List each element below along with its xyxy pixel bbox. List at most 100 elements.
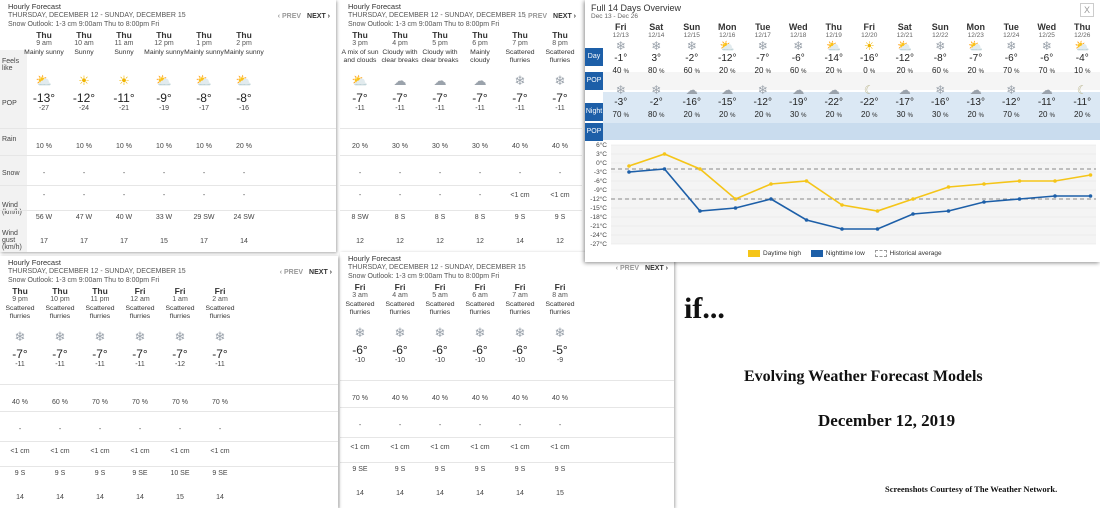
hour-temp: -7° bbox=[392, 91, 408, 105]
daytime-high-point[interactable] bbox=[840, 203, 844, 207]
snow-cloud-icon: ❄ bbox=[514, 325, 526, 340]
nighttime-low-point[interactable] bbox=[1017, 197, 1022, 201]
hour-snow: - bbox=[398, 422, 402, 429]
daytime-high-point[interactable] bbox=[769, 182, 773, 186]
overview-pop-night: 30 % bbox=[781, 110, 817, 119]
hour-time: 4 am bbox=[392, 292, 408, 299]
overview-pop-day-value: 60 bbox=[932, 66, 941, 75]
hour-snow: - bbox=[358, 422, 362, 429]
hour-temp: -6° bbox=[392, 343, 408, 357]
nighttime-low-point[interactable] bbox=[662, 167, 667, 171]
hour-feels-like: -17 bbox=[198, 105, 210, 112]
close-icon[interactable]: X bbox=[1080, 3, 1094, 17]
overview-pop-night-value: 70 bbox=[1003, 110, 1012, 119]
hour-condition: Scattered flurries bbox=[385, 301, 415, 316]
overview-low: -22° bbox=[860, 97, 879, 108]
hour-column: Fri 4 am Scattered flurries ❄ -6° -10 40 % - <1 … bbox=[380, 282, 420, 504]
hour-snow2: <1 cm bbox=[50, 448, 70, 455]
percent-sign: % bbox=[943, 69, 949, 75]
daytime-high-point[interactable] bbox=[1053, 179, 1057, 183]
snow-outlook: Snow Outlook: 1-3 cm 9:00am Thu to 8:00p… bbox=[348, 273, 500, 280]
hour-snow2: - bbox=[398, 192, 402, 199]
nighttime-low-point[interactable] bbox=[804, 218, 809, 222]
hour-pop: 70 % bbox=[132, 399, 148, 406]
daytime-high-point[interactable] bbox=[875, 209, 880, 213]
hour-day: Thu bbox=[196, 30, 212, 40]
hour-wind: 9 S bbox=[554, 214, 566, 221]
hour-temp: -7° bbox=[552, 91, 568, 105]
hour-wind: 29 SW bbox=[193, 214, 215, 221]
prev-button[interactable]: ‹ PREV bbox=[280, 269, 303, 276]
nighttime-low-point[interactable] bbox=[733, 206, 738, 210]
daytime-high-point[interactable] bbox=[911, 197, 915, 201]
overview-day-column: Mon 12/23 ⛅ -7° 20 % ☁ -13° 20 % bbox=[958, 22, 994, 119]
hour-condition: Scattered flurries bbox=[465, 301, 495, 316]
percent-sign: % bbox=[659, 113, 665, 119]
nighttime-low-point[interactable] bbox=[946, 209, 951, 213]
daytime-high-point[interactable] bbox=[804, 179, 809, 183]
nighttime-low-point[interactable] bbox=[769, 197, 773, 201]
overview-pop-night-value: 20 bbox=[683, 110, 693, 119]
nighttime-low-point[interactable] bbox=[840, 227, 844, 231]
prev-button[interactable]: ‹ PREV bbox=[524, 13, 547, 20]
nighttime-low-point[interactable] bbox=[982, 200, 986, 204]
daytime-high-point[interactable] bbox=[662, 152, 667, 156]
nighttime-low-point[interactable] bbox=[1053, 194, 1057, 198]
next-button[interactable]: NEXT › bbox=[553, 13, 576, 20]
prev-button[interactable]: ‹ PREV bbox=[616, 265, 639, 272]
hour-snow2: <1 cm bbox=[130, 448, 150, 455]
hour-temp: -8° bbox=[196, 91, 212, 105]
hour-pop: 30 % bbox=[392, 143, 408, 150]
overview-date: 12/18 bbox=[790, 32, 807, 39]
overview-pop-night: 20 % bbox=[852, 110, 888, 119]
percent-sign: % bbox=[694, 113, 700, 119]
nighttime-low-point[interactable] bbox=[627, 170, 631, 174]
sun-icon: ☀ bbox=[118, 73, 130, 88]
hour-snow: - bbox=[218, 426, 222, 433]
hour-column: Fri 8 am Scattered flurries ❄ -5° -9 40 % - <1 c… bbox=[540, 282, 580, 504]
temperature-chart: 6°C 3°C 0°C -3°C -6°C -9°C -12°C -15°C -18°C -21°… bbox=[585, 140, 1100, 262]
daytime-high-point[interactable] bbox=[698, 167, 702, 171]
nighttime-low-point[interactable] bbox=[911, 212, 915, 216]
next-button[interactable]: NEXT › bbox=[645, 265, 668, 272]
hour-snow2: <1 cm bbox=[550, 192, 570, 199]
nighttime-low-point[interactable] bbox=[1088, 194, 1093, 198]
hour-gust: 14 bbox=[16, 494, 24, 501]
hourly-panel-1: Hourly Forecast THURSDAY, DECEMBER 12 - S… bbox=[0, 0, 336, 252]
daytime-high-point[interactable] bbox=[627, 164, 631, 168]
daytime-high-point[interactable] bbox=[946, 185, 951, 189]
percent-sign: % bbox=[801, 69, 807, 75]
hour-wind: 9 S bbox=[94, 470, 106, 477]
cloud-icon: ☁ bbox=[393, 73, 407, 88]
overview-pop-day: 20 % bbox=[710, 66, 746, 75]
next-button[interactable]: NEXT › bbox=[307, 13, 330, 20]
hour-temp: -7° bbox=[172, 347, 188, 361]
overview-date: 12/25 bbox=[1038, 32, 1055, 39]
hour-snow: - bbox=[202, 170, 206, 177]
nighttime-low-point[interactable] bbox=[875, 227, 880, 231]
overview-pop-day: 60 % bbox=[674, 66, 710, 75]
hour-snow2: - bbox=[122, 192, 126, 199]
hour-wind: 40 W bbox=[115, 214, 133, 221]
daytime-high-point[interactable] bbox=[1088, 173, 1093, 177]
snow-cloud-icon: ❄ bbox=[1006, 39, 1017, 53]
daytime-high-point[interactable] bbox=[733, 197, 738, 201]
overview-high: -1° bbox=[614, 53, 628, 64]
hour-condition: Mainly sunny bbox=[184, 49, 224, 56]
snow-cloud-icon: ❄ bbox=[354, 325, 366, 340]
daytime-high-point[interactable] bbox=[982, 182, 986, 186]
daytime-high-point[interactable] bbox=[1017, 179, 1022, 183]
prev-button[interactable]: ‹ PREV bbox=[278, 13, 301, 20]
percent-sign: % bbox=[872, 113, 878, 119]
night-pop-label: POP bbox=[585, 123, 603, 141]
nighttime-low-point[interactable] bbox=[698, 209, 702, 213]
snow-cloud-icon: ❄ bbox=[1041, 39, 1052, 53]
hour-temp: -7° bbox=[52, 347, 68, 361]
percent-sign: % bbox=[659, 69, 665, 75]
next-button[interactable]: NEXT › bbox=[309, 269, 332, 276]
hour-condition: Scattered flurries bbox=[505, 301, 535, 316]
snow-cloud-icon: ❄ bbox=[94, 329, 106, 344]
